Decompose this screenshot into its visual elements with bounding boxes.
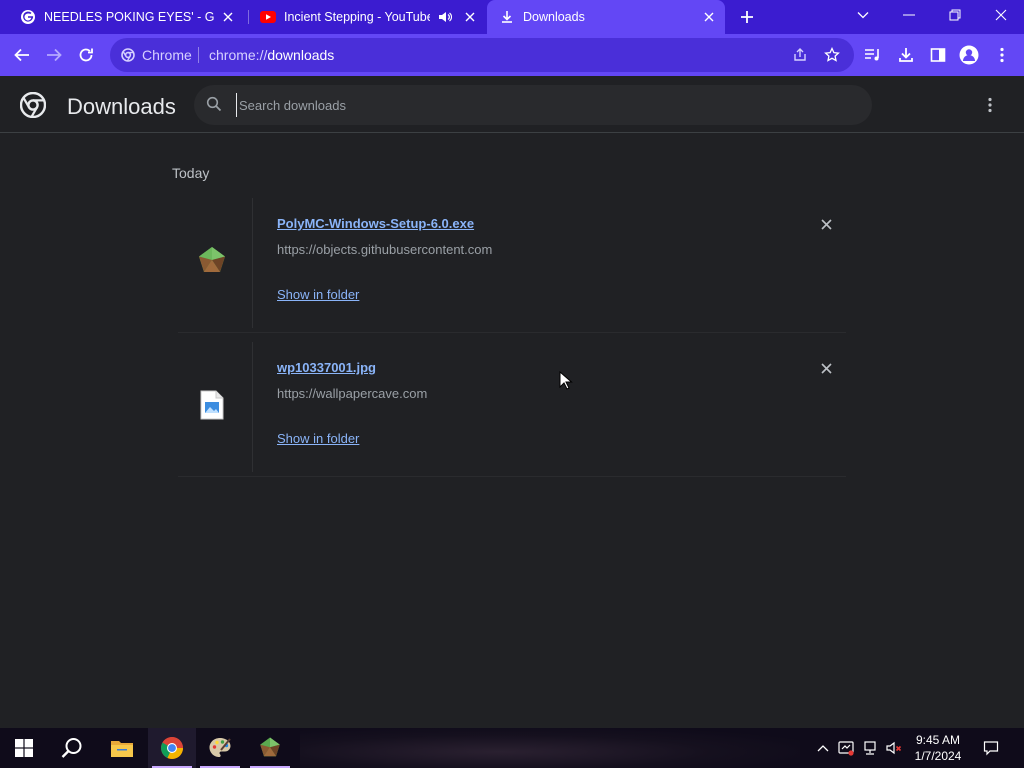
forward-button[interactable] xyxy=(43,44,65,66)
downloads-header: Downloads xyxy=(0,76,1024,133)
share-icon[interactable] xyxy=(792,47,808,63)
chrome-logo-icon xyxy=(19,91,47,119)
address-bar[interactable]: Chrome chrome://downloads xyxy=(110,38,854,72)
remove-item-icon[interactable] xyxy=(817,215,835,233)
file-explorer-icon[interactable] xyxy=(98,728,146,768)
google-icon xyxy=(20,9,36,25)
search-box[interactable] xyxy=(194,85,872,125)
file-name-link[interactable]: wp10337001.jpg xyxy=(277,360,376,375)
tab-google[interactable]: NEEDLES POKING EYES' - Googl xyxy=(12,0,244,34)
file-icon-column xyxy=(172,198,253,328)
taskbar-background xyxy=(300,728,800,768)
mouse-cursor-icon xyxy=(559,370,573,391)
search-icon xyxy=(206,96,224,114)
reload-button[interactable] xyxy=(75,44,97,66)
site-label: Chrome xyxy=(142,47,192,63)
file-name-link[interactable]: PolyMC-Windows-Setup-6.0.exe xyxy=(277,216,474,231)
show-hidden-icons-chevron-icon[interactable] xyxy=(815,740,831,756)
polymc-taskbar-icon[interactable] xyxy=(246,728,294,768)
close-icon[interactable] xyxy=(462,9,478,25)
system-clock[interactable]: 9:45 AM 1/7/2024 xyxy=(905,732,971,764)
tab-separator xyxy=(248,10,249,24)
restore-button[interactable] xyxy=(935,0,975,30)
chrome-taskbar-icon[interactable] xyxy=(148,728,196,768)
close-window-button[interactable] xyxy=(981,0,1021,30)
media-control-icon[interactable] xyxy=(862,44,884,66)
browser-menu-icon[interactable] xyxy=(991,44,1013,66)
start-button[interactable] xyxy=(0,728,48,768)
profile-avatar[interactable] xyxy=(958,44,980,66)
polymc-icon xyxy=(196,245,228,282)
new-tab-button[interactable] xyxy=(737,7,757,27)
file-source-url: https://objects.githubusercontent.com xyxy=(277,242,493,257)
download-icon xyxy=(499,9,515,25)
show-in-folder-link[interactable]: Show in folder xyxy=(277,287,359,302)
back-button[interactable] xyxy=(11,44,33,66)
more-options-icon[interactable] xyxy=(980,95,1000,115)
chrome-site-icon[interactable] xyxy=(120,47,136,63)
download-item: PolyMC-Windows-Setup-6.0.exe https://obj… xyxy=(172,198,852,333)
paint-app-icon[interactable] xyxy=(196,728,244,768)
search-input[interactable] xyxy=(236,93,836,117)
side-panel-icon[interactable] xyxy=(927,44,949,66)
minimize-button[interactable] xyxy=(889,0,929,30)
search-taskbar-icon[interactable] xyxy=(48,728,96,768)
close-icon[interactable] xyxy=(220,9,236,25)
tab-title: Incient Stepping - YouTube xyxy=(284,10,430,24)
downloads-toolbar-icon[interactable] xyxy=(895,44,917,66)
tab-strip: NEEDLES POKING EYES' - Googl Incient Ste… xyxy=(0,0,1024,34)
browser-toolbar: Chrome chrome://downloads xyxy=(0,34,1024,76)
file-icon-column xyxy=(172,342,253,472)
clock-time: 9:45 AM xyxy=(915,733,961,747)
section-date: Today xyxy=(172,165,210,181)
tab-title: Downloads xyxy=(523,10,585,24)
bookmark-star-icon[interactable] xyxy=(824,46,840,63)
tab-downloads[interactable]: Downloads xyxy=(487,0,725,34)
show-in-folder-link[interactable]: Show in folder xyxy=(277,431,359,446)
notifications-icon[interactable] xyxy=(983,740,999,756)
file-source-url: https://wallpapercave.com xyxy=(277,386,428,401)
url-text[interactable]: chrome://downloads xyxy=(209,47,334,63)
speaker-icon[interactable] xyxy=(438,10,454,24)
tray-app-icon[interactable] xyxy=(838,740,854,756)
screen: NEEDLES POKING EYES' - Googl Incient Ste… xyxy=(0,0,1024,768)
tab-title: NEEDLES POKING EYES' - Googl xyxy=(44,10,214,24)
close-icon[interactable] xyxy=(701,9,717,25)
youtube-icon xyxy=(260,9,276,25)
page-title: Downloads xyxy=(67,94,176,119)
network-icon[interactable] xyxy=(862,740,878,756)
clock-date: 1/7/2024 xyxy=(914,749,962,763)
image-file-icon xyxy=(200,390,224,425)
tab-youtube[interactable]: Incient Stepping - YouTube xyxy=(252,0,486,34)
remove-item-icon[interactable] xyxy=(817,359,835,377)
omnibox-separator xyxy=(198,47,199,63)
download-item: wp10337001.jpg https://wallpapercave.com… xyxy=(172,342,852,477)
tab-search-button[interactable] xyxy=(843,0,883,30)
taskbar: 9:45 AM 1/7/2024 xyxy=(0,728,1024,768)
volume-muted-icon[interactable] xyxy=(886,740,902,756)
